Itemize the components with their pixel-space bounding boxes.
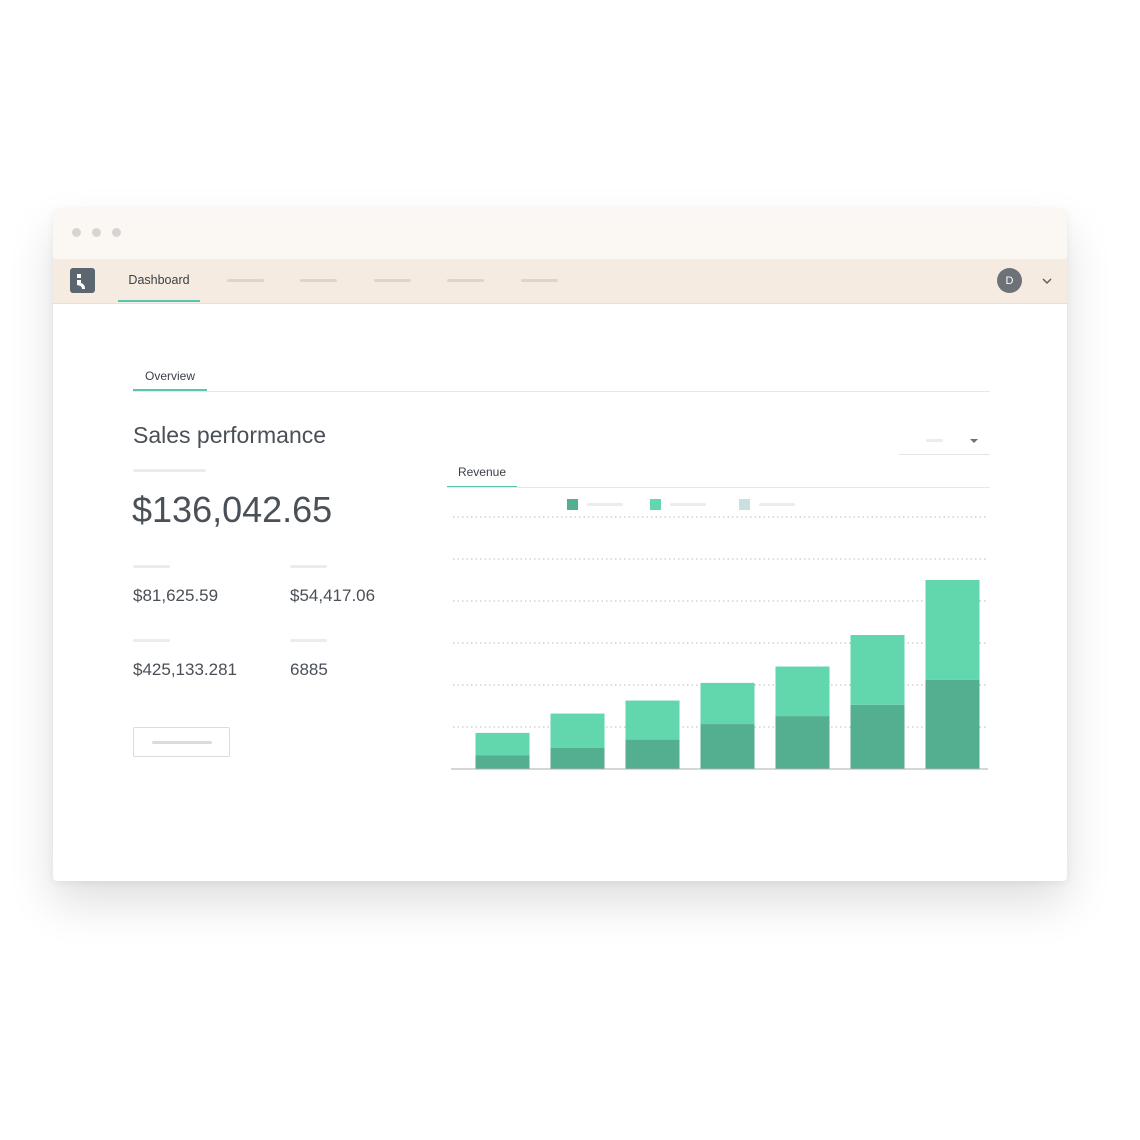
button-label-placeholder <box>152 741 212 744</box>
user-avatar[interactable]: D <box>997 268 1022 293</box>
bar-segment-light[interactable] <box>550 713 605 748</box>
legend-label-placeholder <box>670 503 706 506</box>
tab-divider <box>133 391 990 392</box>
revenue-bar-chart <box>451 516 988 770</box>
window-maximize-dot[interactable] <box>112 228 121 237</box>
stat-label-placeholder <box>290 639 327 642</box>
title-bar <box>53 209 1067 260</box>
chevron-down-icon[interactable] <box>1041 275 1053 287</box>
page-title: Sales performance <box>133 422 327 448</box>
bar-segment-dark[interactable] <box>550 748 605 769</box>
total-sales-value: $136,042.65 <box>132 489 333 530</box>
window-close-dot[interactable] <box>72 228 81 237</box>
nav-item-placeholder[interactable] <box>447 279 484 282</box>
tab-overview[interactable]: Overview <box>133 366 207 391</box>
total-label-placeholder <box>133 469 206 472</box>
top-nav: Dashboard D <box>53 259 1067 304</box>
tab-revenue[interactable]: Revenue <box>447 461 517 488</box>
bar-segment-dark[interactable] <box>850 704 905 769</box>
app-window: Dashboard D Overview Sales performance $… <box>53 209 1067 881</box>
stat-value: $81,625.59 <box>133 586 219 605</box>
bar-segment-dark[interactable] <box>625 739 680 769</box>
bar-segment-dark[interactable] <box>475 755 530 769</box>
stat-label-placeholder <box>290 565 327 568</box>
bar-segment-light[interactable] <box>775 666 830 717</box>
bar-segment-dark[interactable] <box>700 724 755 769</box>
period-dropdown[interactable] <box>899 429 990 455</box>
stat-value: $54,417.06 <box>290 586 376 605</box>
bar-segment-light[interactable] <box>925 580 980 680</box>
bar-segment-light[interactable] <box>700 682 755 725</box>
bar-segment-light[interactable] <box>625 700 680 740</box>
stat-value: $425,133.281 <box>133 660 237 679</box>
legend-label-placeholder <box>759 503 795 506</box>
stat-value: 6885 <box>290 660 328 679</box>
tab-dashboard[interactable]: Dashboard <box>118 259 200 302</box>
details-button[interactable] <box>133 727 230 757</box>
bar-segment-light[interactable] <box>475 732 530 756</box>
nav-item-placeholder[interactable] <box>374 279 411 282</box>
legend-label-placeholder <box>587 503 623 506</box>
nav-item-placeholder[interactable] <box>300 279 337 282</box>
nav-item-placeholder[interactable] <box>227 279 264 282</box>
chart-tab-divider <box>447 487 990 488</box>
nav-item-placeholder[interactable] <box>521 279 558 282</box>
caret-down-icon <box>970 439 978 443</box>
app-logo-icon[interactable] <box>70 268 95 293</box>
bar-segment-dark[interactable] <box>775 716 830 769</box>
stat-label-placeholder <box>133 565 170 568</box>
dropdown-value-placeholder <box>926 439 943 442</box>
bar-segment-light[interactable] <box>850 635 905 705</box>
stat-label-placeholder <box>133 639 170 642</box>
window-minimize-dot[interactable] <box>92 228 101 237</box>
bar-segment-dark[interactable] <box>925 679 980 769</box>
